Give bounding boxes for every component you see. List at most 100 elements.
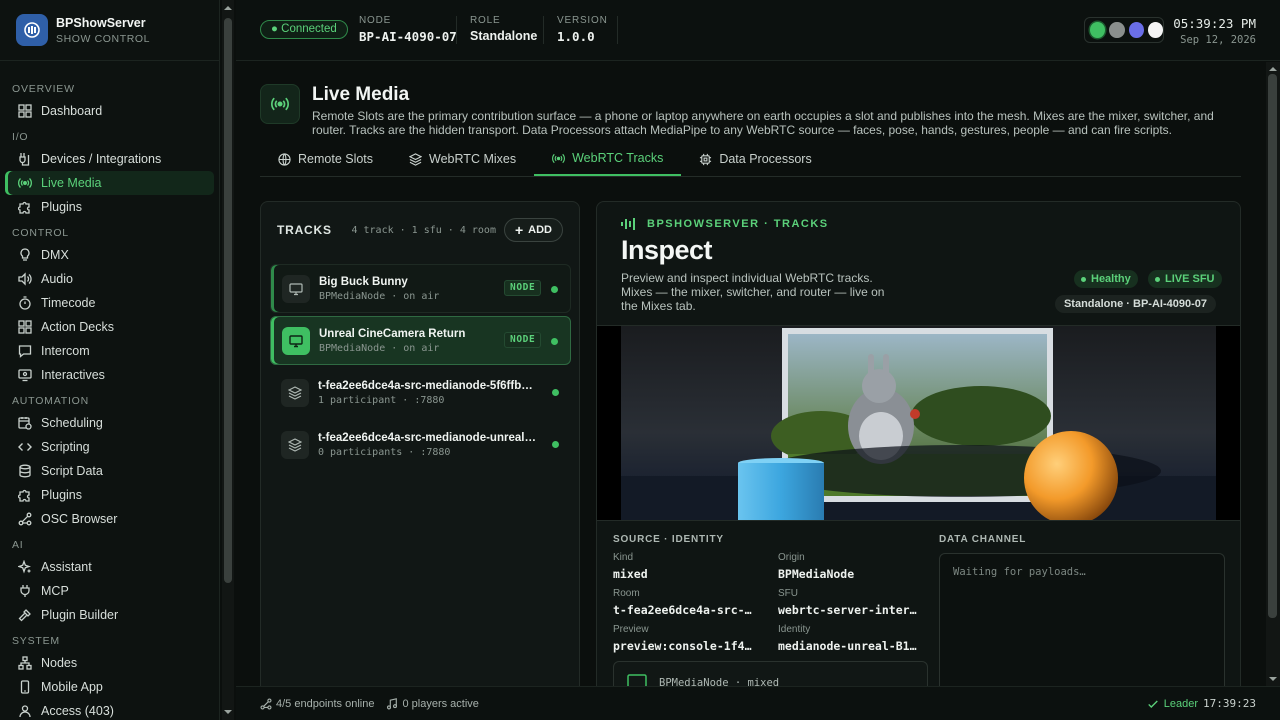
clock-time: 05:39:23 PM [1173,16,1256,31]
nav-item-interactives[interactable]: Interactives [5,363,214,387]
track-badge: NODE [504,280,542,296]
tab-remote-slots[interactable]: Remote Slots [260,142,391,176]
monitor-icon [627,674,647,686]
theme-swatch-blue[interactable] [1128,22,1144,38]
source-row[interactable]: BPMediaNode · mixed [613,661,928,686]
brand-logo-icon [16,14,48,46]
inspect-panel: BPSHOWSERVER · TRACKS Inspect Preview an… [596,201,1241,686]
identity-field: Identity medianode-unreal-B1C9 [778,624,923,653]
nav-item-live-media[interactable]: Live Media [5,171,214,195]
scroll-up-icon[interactable] [224,4,232,12]
live-media-icon [260,84,300,124]
nav-item-assistant[interactable]: Assistant [5,555,214,579]
tab-webrtc-tracks[interactable]: WebRTC Tracks [534,142,682,176]
theme-swatch-white[interactable] [1147,22,1163,38]
brand[interactable]: BPShowServer SHOW CONTROL [0,0,219,61]
connection-status-badge: ● Connected [260,20,348,39]
sfu-field: SFU webrtc-server-intercom [778,588,923,617]
origin-field: Origin BPMediaNode [778,552,855,581]
check-icon [1147,700,1158,708]
track-item[interactable]: t-fea2ee6dce4a-src-medianode-5f6ffb… 1 p… [270,368,571,417]
nav: OVERVIEW Dashboard I/O Devices / Integra… [0,61,219,720]
version-meta: VERSION 1.0.0 [557,15,608,44]
endpoints-status: 4/5 endpoints online [260,698,374,710]
plug-icon [17,583,33,599]
nav-item-mcp[interactable]: MCP [5,579,214,603]
role-meta: ROLE Standalone [470,15,538,43]
nav-item-intercom[interactable]: Intercom [5,339,214,363]
brand-name: BPShowServer [56,15,146,30]
clock-date: Sep 12, 2026 [1180,34,1256,46]
players-status: 0 players active [386,697,479,710]
scroll-up-icon[interactable] [1269,65,1277,73]
theme-swatch-gray[interactable] [1109,22,1125,38]
nav-item-devices[interactable]: Devices / Integrations [5,147,214,171]
nav-item-plugins-io[interactable]: Plugins [5,195,214,219]
scroll-down-icon[interactable] [1269,675,1277,683]
data-channel-placeholder: Waiting for payloads… [953,566,1086,578]
layers-icon [281,378,309,407]
scroll-down-icon[interactable] [224,708,232,716]
nav-item-nodes[interactable]: Nodes [5,651,214,675]
nav-item-scheduling[interactable]: Scheduling [5,411,214,435]
sidebar-scrollbar-thumb[interactable] [224,18,232,583]
video-preview[interactable] [597,325,1240,521]
nav-item-dashboard[interactable]: Dashboard [5,99,214,123]
top-bar: ● Connected NODE BP-AI-4090-07 ROLE Stan… [236,0,1280,61]
calendar-clock-icon [17,415,33,431]
nav-item-osc-browser[interactable]: OSC Browser [5,507,214,531]
puzzle-icon [17,199,33,215]
tab-webrtc-mixes[interactable]: WebRTC Mixes [391,142,534,176]
track-subtitle: 0 participants · :7880 [318,446,451,458]
nav-section-io: I/O [12,131,29,143]
nav-section-ai: AI [12,539,24,551]
music-note-icon [386,697,398,710]
page-description: Remote Slots are the primary contributio… [312,109,1214,137]
add-track-button[interactable]: + ADD [503,218,563,242]
signal-bars-icon [621,218,635,230]
inspect-description: Preview and inspect individual WebRTC tr… [621,271,885,313]
nav-section-automation: AUTOMATION [12,395,90,407]
tab-bar: Remote Slots WebRTC Mixes WebRTC Tracks … [260,142,1241,177]
globe-icon [278,152,291,166]
track-item[interactable]: t-fea2ee6dce4a-src-medianode-unreal… 0 p… [270,420,571,469]
plug-icon [17,151,33,167]
nav-item-plugin-builder[interactable]: Plugin Builder [5,603,214,627]
layers-icon [409,152,423,166]
track-status-dot [552,389,559,396]
monitor-icon [282,326,310,355]
theme-swatch-green[interactable] [1090,22,1106,38]
nodes-icon [17,655,33,671]
nav-item-audio[interactable]: Audio [5,267,214,291]
nav-item-scripting[interactable]: Scripting [5,435,214,459]
nav-item-action-decks[interactable]: Action Decks [5,315,214,339]
nav-item-dmx[interactable]: DMX [5,243,214,267]
nav-item-script-data[interactable]: Script Data [5,459,214,483]
footer-time: 17:39:23 [1203,697,1256,710]
node-meta: NODE BP-AI-4090-07 [359,15,457,44]
nav-item-mobile-app[interactable]: Mobile App [5,675,214,699]
healthy-badge: Healthy [1074,270,1138,288]
nav-item-plugins-automation[interactable]: Plugins [5,483,214,507]
nav-item-timecode[interactable]: Timecode [5,291,214,315]
brand-subtitle: SHOW CONTROL [56,32,151,45]
main-scrollbar-thumb[interactable] [1268,74,1277,618]
data-channel-log[interactable]: Waiting for payloads… [939,553,1225,686]
track-item[interactable]: Big Buck Bunny BPMediaNode · on air NODE [270,264,571,313]
cpu-icon [699,153,712,166]
track-status-dot [552,441,559,448]
preview-scene-image [621,328,1216,520]
sidebar: BPShowServer SHOW CONTROL OVERVIEW Dashb… [0,0,220,720]
track-item-selected[interactable]: Unreal CineCamera Return BPMediaNode · o… [270,316,571,365]
node-badge: Standalone · BP-AI-4090-07 [1054,295,1216,313]
theme-swatches [1084,17,1164,43]
track-badge: NODE [504,332,542,348]
volume-icon [17,271,33,287]
bulb-icon [17,247,33,263]
leader-status: Leader [1147,698,1198,710]
tab-data-processors[interactable]: Data Processors [681,142,829,176]
track-name: t-fea2ee6dce4a-src-medianode-unreal… [318,431,536,444]
nav-item-access[interactable]: Access (403) [5,699,214,720]
main-content: Live Media Remote Slots are the primary … [236,62,1266,686]
monitor-icon [282,274,310,303]
